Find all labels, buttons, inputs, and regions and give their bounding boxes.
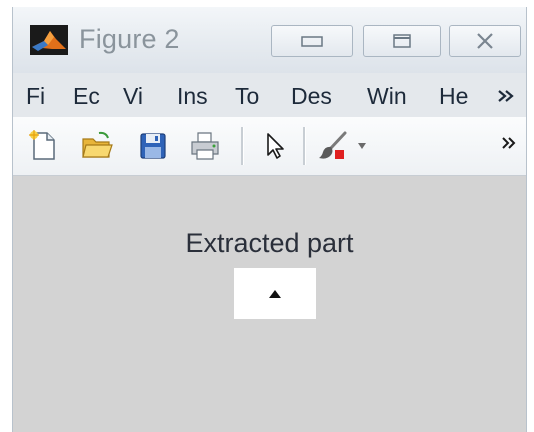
cursor-arrow-icon[interactable] — [259, 130, 291, 162]
menu-view[interactable]: Vi — [123, 83, 143, 110]
open-folder-icon[interactable] — [81, 130, 113, 162]
menu-window[interactable]: Win — [367, 83, 407, 110]
menu-desktop[interactable]: Des — [291, 83, 332, 110]
save-disk-icon[interactable] — [137, 130, 169, 162]
toolbar-overflow-icon[interactable] — [501, 137, 517, 149]
toolbar-separator — [241, 127, 244, 165]
brush-icon[interactable] — [317, 130, 349, 162]
title-bar[interactable]: Figure 2 — [13, 7, 526, 73]
maximize-icon — [393, 34, 411, 48]
menu-tools[interactable]: To — [235, 83, 259, 110]
menu-help[interactable]: He — [439, 83, 468, 110]
minimize-button[interactable] — [271, 25, 353, 57]
menu-insert[interactable]: Ins — [177, 83, 208, 110]
menu-edit[interactable]: Ec — [73, 83, 100, 110]
minimize-icon — [301, 36, 323, 47]
menu-bar: Fi Ec Vi Ins To Des Win He — [13, 73, 526, 118]
close-icon — [477, 33, 493, 49]
maximize-button[interactable] — [363, 25, 441, 57]
window-title: Figure 2 — [79, 24, 180, 54]
panel-title: Extracted part — [185, 228, 354, 258]
triangle-up-icon — [269, 289, 281, 298]
menu-file[interactable]: Fi — [26, 83, 45, 110]
double-chevron-right-icon[interactable] — [497, 89, 515, 103]
figure-canvas: Extracted part — [13, 176, 526, 432]
new-file-icon[interactable] — [27, 130, 59, 162]
dropdown-arrow-icon[interactable] — [357, 142, 367, 150]
toolbar-separator — [303, 127, 306, 165]
popup-control[interactable] — [234, 268, 316, 319]
matlab-icon — [30, 25, 68, 55]
close-button[interactable] — [449, 25, 521, 57]
printer-icon[interactable] — [189, 130, 221, 162]
figure-window: Figure 2 Fi Ec Vi Ins To Des Win He Extr… — [12, 7, 527, 432]
figure-toolbar — [13, 117, 526, 176]
